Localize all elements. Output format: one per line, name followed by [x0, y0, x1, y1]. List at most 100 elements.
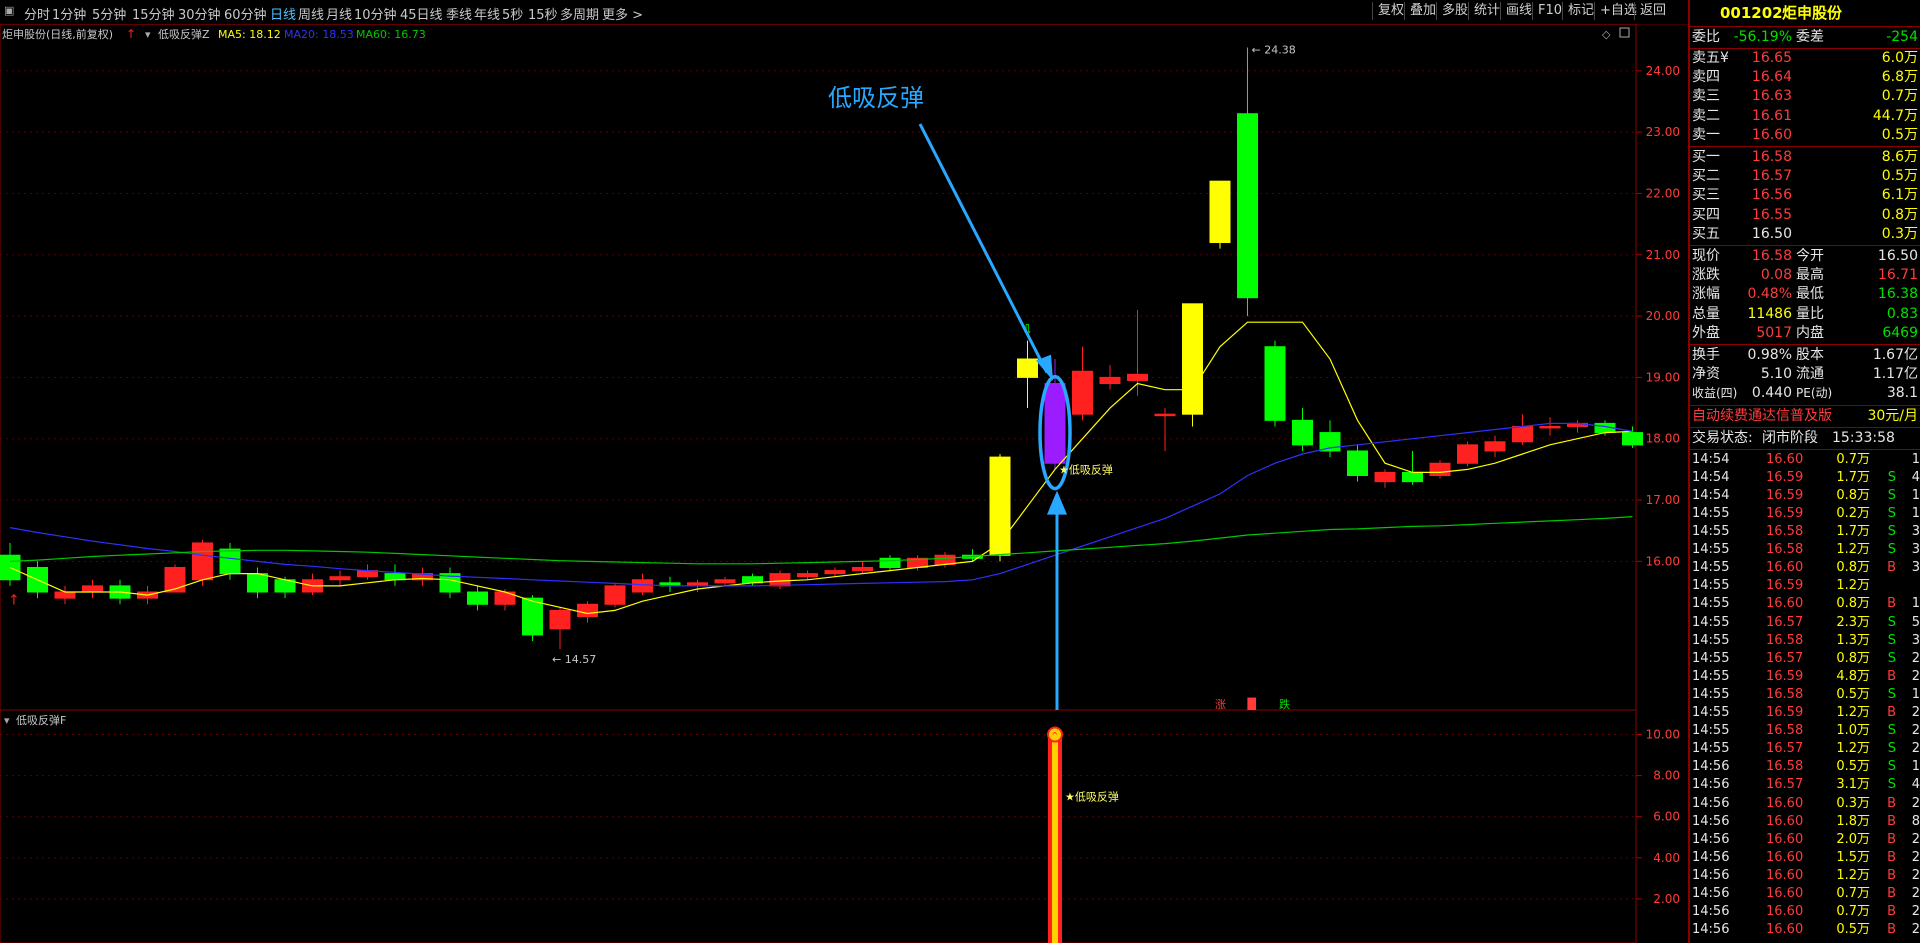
candle-body[interactable]: [1099, 376, 1121, 385]
period-tab[interactable]: 日线: [270, 4, 296, 23]
tick-volume: 1.3万: [1836, 632, 1870, 648]
tick-row: 14:55 16.59 1.2万 B 2: [1690, 704, 1920, 722]
candle-body[interactable]: [1484, 441, 1506, 452]
period-tab[interactable]: 分时: [24, 4, 50, 23]
candle-body[interactable]: [1264, 346, 1286, 421]
candle-body[interactable]: [1237, 113, 1258, 299]
period-tab[interactable]: 45日线: [400, 4, 443, 23]
candle-body[interactable]: [1127, 373, 1148, 381]
tick-side: S: [1887, 777, 1896, 793]
tick-side: S: [1887, 650, 1896, 666]
candle-body[interactable]: [1154, 413, 1176, 417]
period-tab[interactable]: 更多 >: [602, 4, 643, 23]
candle-body[interactable]: [1072, 370, 1093, 415]
period-tab[interactable]: 月线: [326, 4, 352, 23]
candle-body[interactable]: [1429, 462, 1451, 477]
period-tab[interactable]: 周线: [298, 4, 324, 23]
candle-body[interactable]: [219, 548, 241, 575]
tick-row: 14:55 16.60 0.8万 B 3: [1690, 559, 1920, 577]
candle-body[interactable]: [989, 456, 1011, 556]
ma-line-ma20: [9, 422, 1633, 587]
ask-volume: 6.8万: [1881, 69, 1918, 86]
tick-volume: 0.8万: [1836, 487, 1870, 503]
candle-body[interactable]: [577, 603, 598, 618]
candle-body[interactable]: [797, 573, 818, 578]
candle-body[interactable]: [1402, 471, 1423, 483]
candle-body[interactable]: [467, 591, 488, 605]
candle-body[interactable]: [247, 573, 268, 593]
candle-body[interactable]: [769, 573, 791, 587]
candle-body[interactable]: [1622, 432, 1643, 446]
candle-body[interactable]: [604, 585, 626, 605]
candle-body[interactable]: [192, 542, 213, 581]
period-tab[interactable]: 5分钟: [92, 4, 126, 23]
candle-body[interactable]: [1512, 425, 1533, 443]
tick-count: 2: [1911, 705, 1920, 720]
tick-time: 14:55: [1692, 705, 1730, 720]
period-tab[interactable]: 多周期: [560, 4, 599, 23]
tick-volume: 1.7万: [1836, 524, 1870, 539]
candle-body[interactable]: [1017, 358, 1038, 378]
period-tab[interactable]: 30分钟: [178, 4, 221, 23]
separator: [1690, 426, 1920, 428]
ad-row[interactable]: 自动续费通达信普及版 30元/月: [1690, 407, 1920, 426]
period-tab[interactable]: 15秒: [528, 4, 558, 23]
ad-price[interactable]: 30元/月: [1867, 407, 1918, 426]
tick-time: 14:55: [1692, 632, 1730, 648]
tick-volume: 3.1万: [1836, 777, 1870, 793]
candle-body[interactable]: [632, 579, 653, 593]
candle-body[interactable]: [1457, 444, 1478, 464]
candle-body[interactable]: [384, 573, 406, 581]
period-tab[interactable]: 年线: [474, 4, 500, 23]
dropdown-icon[interactable]: ▾: [145, 28, 151, 41]
fund-label: 流通: [1796, 366, 1824, 383]
maximize-icon[interactable]: [1619, 27, 1630, 38]
candle-body[interactable]: [329, 576, 351, 581]
quote-header: 001202 炬申股份: [1690, 4, 1920, 26]
tick-price: 16.60: [1766, 886, 1804, 901]
period-tab[interactable]: 季线: [446, 4, 472, 23]
candle-body[interactable]: [82, 585, 103, 593]
toolbar-button-8[interactable]: 返回: [1634, 2, 1671, 20]
candle-body[interactable]: [1347, 450, 1368, 477]
tick-volume: 0.5万: [1836, 922, 1870, 938]
indicator-name[interactable]: 低吸反弹Z: [158, 27, 210, 41]
y-axis-label: 19.00: [1646, 370, 1680, 384]
candle-body[interactable]: [1292, 419, 1313, 446]
period-tab[interactable]: 15分钟: [132, 4, 175, 23]
ad-text[interactable]: 自动续费通达信普及版: [1692, 407, 1832, 426]
ask-volume: 0.7万: [1881, 88, 1918, 105]
candle-body[interactable]: [549, 609, 571, 630]
candle-body[interactable]: [852, 566, 873, 572]
menu-square-icon[interactable]: ▣: [4, 4, 14, 17]
candle-body[interactable]: [0, 554, 21, 581]
tick-row: 14:56 16.60 0.7万 B 2: [1690, 903, 1920, 921]
bid-price: 16.55: [1751, 206, 1792, 223]
period-tab[interactable]: 1分钟: [52, 4, 86, 23]
status-row: 交易状态: 闭市阶段 15:33:58: [1690, 429, 1920, 448]
candle-body[interactable]: [879, 557, 901, 568]
candle-body[interactable]: [824, 570, 846, 575]
candle-body[interactable]: [1182, 303, 1203, 415]
tick-count: 3: [1911, 524, 1920, 539]
diamond-icon[interactable]: ◇: [1602, 28, 1611, 41]
candle-body[interactable]: [54, 591, 76, 599]
candle-body[interactable]: [522, 597, 543, 636]
period-tab[interactable]: 10分钟: [354, 4, 397, 23]
candle-body[interactable]: [1209, 180, 1231, 243]
period-tab[interactable]: 60分钟: [224, 4, 267, 23]
candle-body[interactable]: [1044, 383, 1066, 464]
status-label: 交易状态:: [1692, 429, 1753, 446]
candle-body[interactable]: [1539, 425, 1561, 429]
indicator-chart[interactable]: ▾ 低吸反弹F 10.00 8.00 6.00 4.00 2.00 ^ ★低吸反弹: [0, 710, 1688, 943]
fund-label: 换手: [1692, 347, 1720, 363]
candle-body[interactable]: [714, 579, 736, 584]
dropdown-icon[interactable]: ▾: [4, 714, 10, 727]
period-tab[interactable]: 5秒: [502, 4, 523, 23]
tick-volume: 1.2万: [1836, 705, 1870, 720]
candle-body[interactable]: [1374, 471, 1396, 483]
kline-chart[interactable]: 24.00 23.00 22.00 21.00 20.00 19.00 18.00 17.00…: [0, 24, 1688, 710]
fund-label: 净资: [1692, 366, 1720, 383]
tick-volume: 1.7万: [1836, 469, 1870, 485]
candle-body[interactable]: [164, 566, 186, 593]
